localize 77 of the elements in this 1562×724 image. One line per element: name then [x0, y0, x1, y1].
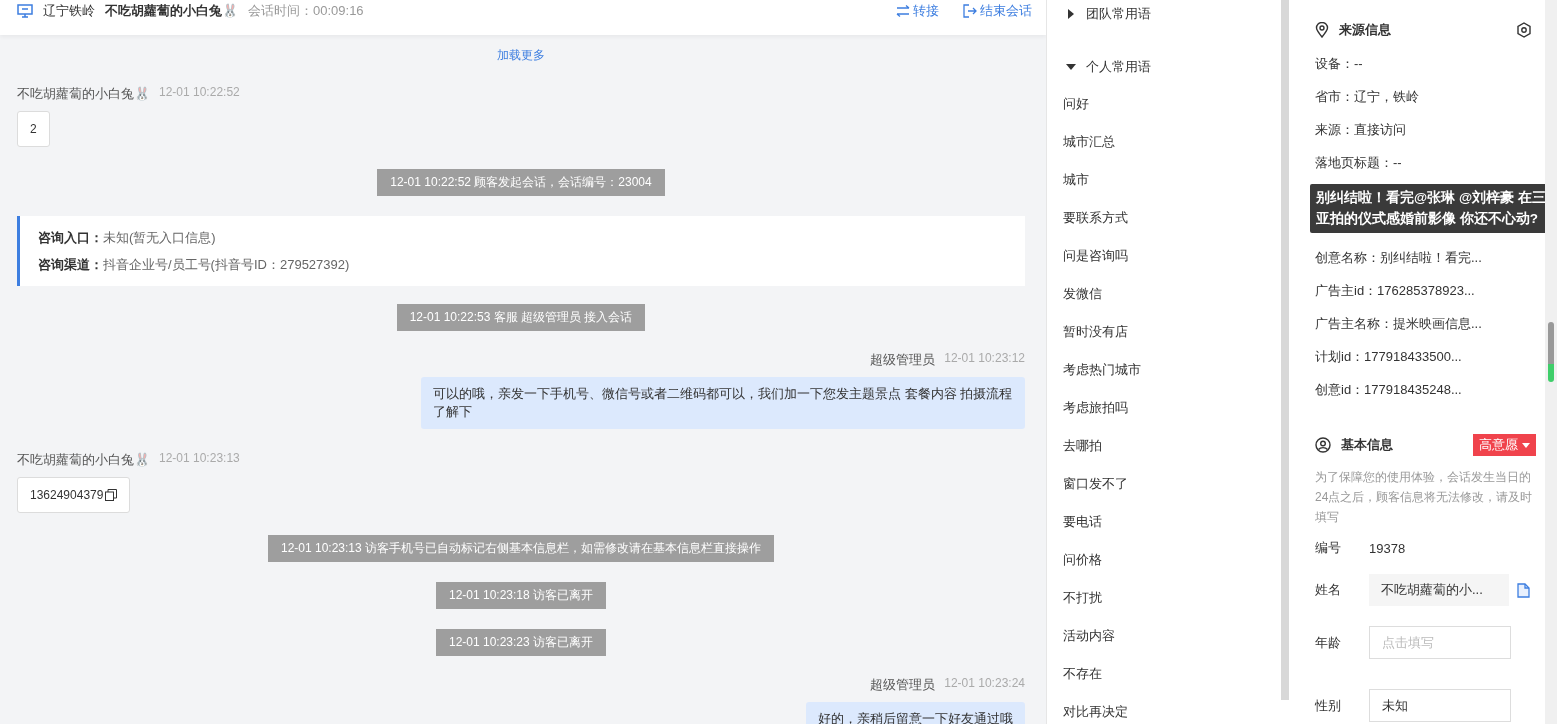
field-label: 编号 — [1315, 539, 1342, 557]
phrase-item[interactable]: 问好 — [1063, 93, 1281, 131]
field-value: 19378 — [1369, 540, 1406, 556]
scrollbar[interactable] — [1281, 0, 1289, 700]
source-info-row-text: 广告主名称：提米映画信息... — [1315, 315, 1483, 333]
phrase-item[interactable]: 要电话 — [1063, 511, 1281, 549]
phrase-item[interactable]: 发微信 — [1063, 283, 1281, 321]
field-label: 姓名 — [1315, 581, 1342, 599]
phrase-item[interactable]: 活动内容 — [1063, 625, 1281, 663]
caret-down-icon — [1066, 62, 1076, 72]
system-message: 12-01 10:22:52 顾客发起会话，会话编号：23004 — [377, 169, 665, 196]
phrase-item[interactable]: 考虑热门城市 — [1063, 359, 1281, 397]
end-session-button[interactable]: 结束会话 — [963, 2, 1032, 20]
name-field[interactable]: 不吃胡蘿蔔的小... — [1369, 574, 1509, 606]
sender-name: 超级管理员 — [870, 351, 936, 369]
intent-dropdown[interactable]: 高意愿 — [1473, 434, 1536, 456]
input-field[interactable]: 点击填写 — [1369, 626, 1511, 659]
phrase-item[interactable]: 对比再决定 — [1063, 701, 1281, 724]
info-line: 咨询渠道：抖音企业号/员工号(抖音号ID：279527392) — [38, 256, 351, 274]
session-duration: 会话时间：00:09:16 — [248, 2, 364, 20]
section-title: 基本信息 — [1341, 436, 1394, 454]
info-line: 咨询入口：未知(暂无入口信息) — [38, 229, 217, 247]
source-info-row-text: 广告主id：176285378923... — [1315, 282, 1476, 300]
source-info-row-text: 省市：辽宁，铁岭 — [1315, 88, 1420, 106]
phrase-group-header[interactable]: 个人常用语 — [1066, 57, 1281, 77]
system-message: 12-01 10:23:13 访客手机号已自动标记右侧基本信息栏，如需修改请在基本信息栏直接操作 — [267, 535, 775, 562]
exit-icon — [963, 4, 977, 18]
caret-down-icon — [1522, 442, 1530, 448]
field-label: 年龄 — [1315, 633, 1342, 652]
phrase-item[interactable]: 不存在 — [1063, 663, 1281, 701]
message-bubble: 2 — [17, 111, 50, 147]
source-info-row-text: 来源：直接访问 — [1315, 121, 1407, 139]
message-time: 12-01 10:23:13 — [159, 451, 240, 467]
phrase-item[interactable]: 去哪拍 — [1063, 435, 1281, 473]
phrase-item[interactable]: 问价格 — [1063, 549, 1281, 587]
tooltip: 别纠结啦！看完@张琳 @刘梓豪 在三亚拍的仪式感婚前影像 你还不心动? — [1310, 184, 1545, 233]
location-text: 辽宁铁岭 — [43, 2, 95, 20]
input-field[interactable]: 未知 — [1369, 689, 1511, 722]
phrase-group-header[interactable]: 团队常用语 — [1066, 4, 1281, 24]
sender-name: 不吃胡蘿蔔的小白兔🐰 — [17, 451, 150, 469]
message-bubble: 可以的哦，亲发一下手机号、微信号或者二维码都可以，我们加一下您发主题景点 套餐内容 拍摄流程了解下 — [421, 377, 1025, 429]
system-message: 12-01 10:23:18 访客已离开 — [435, 582, 607, 609]
phrase-item[interactable]: 暂时没有店 — [1063, 321, 1281, 359]
load-more-link[interactable]: 加载更多 — [497, 48, 545, 62]
system-message: 12-01 10:23:23 访客已离开 — [435, 629, 607, 656]
settings-icon — [1516, 22, 1532, 38]
scrollbar[interactable] — [1545, 0, 1557, 724]
phrase-item[interactable]: 城市汇总 — [1063, 131, 1281, 169]
message-time: 12-01 10:23:24 — [944, 676, 1025, 692]
location-pin-icon — [1315, 22, 1329, 38]
phrase-item[interactable]: 不打扰 — [1063, 587, 1281, 625]
caret-right-icon — [1066, 9, 1076, 19]
source-info-row-text: 计划id：177918433500... — [1315, 348, 1463, 366]
phrase-item[interactable]: 要联系方式 — [1063, 207, 1281, 245]
message-time: 12-01 10:22:52 — [159, 85, 240, 101]
phrase-item[interactable]: 考虑旅拍吗 — [1063, 397, 1281, 435]
sender-name: 超级管理员 — [870, 676, 936, 694]
field-label: 性别 — [1315, 696, 1342, 715]
phrase-item[interactable]: 窗口发不了 — [1063, 473, 1281, 511]
notice-text: 为了保障您的使用体验，会话发生当日的24点之后，顾客信息将无法修改，请及时填写 — [1315, 469, 1534, 526]
source-info-row-text: 创意名称：别纠结啦！看完... — [1315, 249, 1483, 267]
user-circle-icon — [1315, 437, 1331, 453]
monitor-icon — [17, 4, 33, 18]
message-time: 12-01 10:23:12 — [944, 351, 1025, 367]
sender-name: 不吃胡蘿蔔的小白兔🐰 — [17, 85, 150, 103]
transfer-button[interactable]: 转接 — [896, 2, 939, 20]
source-info-row-text: 设备：-- — [1315, 55, 1364, 73]
swap-arrows-icon — [896, 5, 910, 17]
phrase-item[interactable]: 问是咨询吗 — [1063, 245, 1281, 283]
visitor-name: 不吃胡蘿蔔的小白兔🐰 — [105, 2, 238, 20]
source-info-row-text: 创意id：177918435248... — [1315, 381, 1463, 399]
message-text: 13624904379 — [30, 487, 104, 504]
scrollbar-thumb[interactable] — [1548, 322, 1554, 382]
section-title: 来源信息 — [1339, 21, 1392, 39]
phrase-item[interactable]: 城市 — [1063, 169, 1281, 207]
system-message: 12-01 10:22:53 客服 超级管理员 接入会话 — [396, 304, 646, 331]
source-info-row-text: 落地页标题：-- — [1315, 154, 1403, 172]
